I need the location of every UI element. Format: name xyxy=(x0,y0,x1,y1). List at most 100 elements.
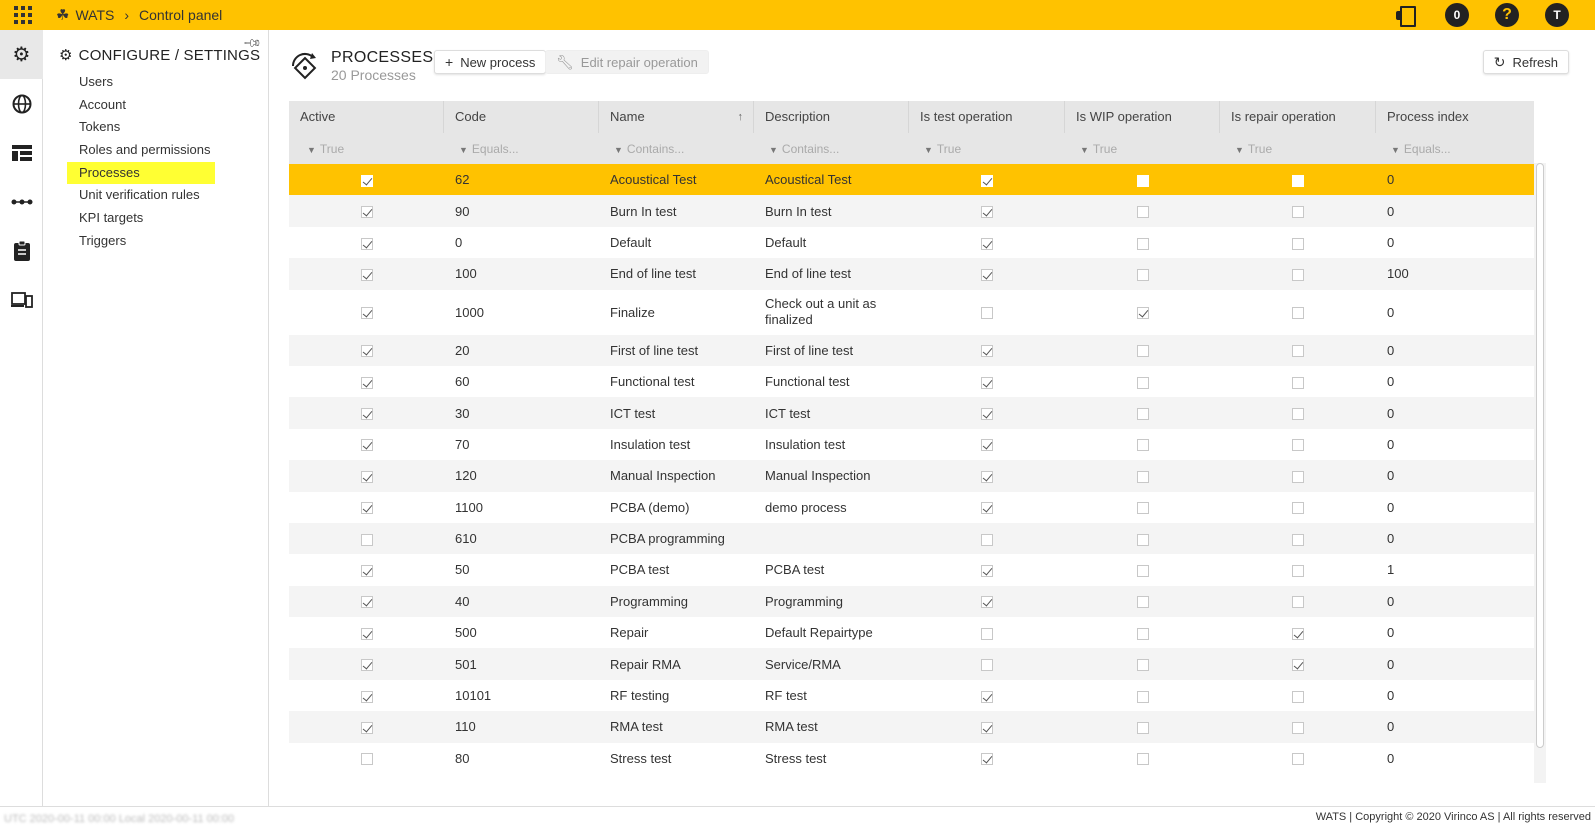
is-wip-operation-checkbox[interactable] xyxy=(1136,690,1149,703)
active-checkbox[interactable] xyxy=(360,722,373,734)
print-icon[interactable] xyxy=(1393,5,1419,27)
is-wip-operation-checkbox[interactable] xyxy=(1136,470,1149,483)
column-header-code[interactable]: Code xyxy=(444,101,599,133)
is-wip-operation-checkbox[interactable] xyxy=(1136,237,1149,250)
active-checkbox[interactable] xyxy=(360,502,373,515)
active-checkbox[interactable] xyxy=(360,268,373,281)
column-header-process-index[interactable]: Process index xyxy=(1376,101,1534,133)
is-wip-operation-checkbox[interactable] xyxy=(1136,376,1149,389)
help-icon[interactable]: ? xyxy=(1495,3,1519,27)
is-repair-operation-checkbox[interactable] xyxy=(1292,439,1304,452)
menu-item-users[interactable]: Users xyxy=(67,71,215,94)
table-row[interactable]: 90 Burn In test Burn In test 0 xyxy=(289,195,1534,227)
table-row[interactable]: 1100 PCBA (demo) demo process 0 xyxy=(289,491,1534,523)
table-row[interactable]: 1000 Finalize Check out a unit as finalize… xyxy=(289,289,1534,335)
table-row[interactable]: 80 Stress test Stress test 0 xyxy=(289,742,1534,775)
avatar[interactable]: T xyxy=(1545,3,1569,27)
column-header-is-test-operation[interactable]: Is test operation xyxy=(909,101,1065,133)
column-header-active[interactable]: Active xyxy=(289,101,444,133)
is-repair-operation-checkbox[interactable] xyxy=(1292,659,1304,672)
table-row[interactable]: 110 RMA test RMA test 0 xyxy=(289,711,1534,743)
is-repair-operation-checkbox[interactable] xyxy=(1292,596,1304,609)
table-row[interactable]: 501 Repair RMA Service/RMA 0 xyxy=(289,648,1534,680)
is-wip-operation-checkbox[interactable] xyxy=(1136,307,1149,320)
edit-repair-operation-button[interactable]: 🔧︎ Edit repair operation xyxy=(545,50,709,74)
table-row[interactable]: 70 Insulation test Insulation test 0 xyxy=(289,428,1534,461)
table-row[interactable]: 20 First of line test First of line test 0 xyxy=(289,334,1534,366)
devices-icon[interactable] xyxy=(0,275,43,324)
is-wip-operation-checkbox[interactable] xyxy=(1136,627,1149,640)
is-test-operation-checkbox[interactable] xyxy=(981,345,993,358)
active-checkbox[interactable] xyxy=(360,565,373,578)
is-wip-operation-checkbox[interactable] xyxy=(1136,268,1149,281)
filter-active[interactable]: ▼ True xyxy=(289,142,444,156)
is-wip-operation-checkbox[interactable] xyxy=(1136,533,1149,546)
app-name-link[interactable]: WATS xyxy=(75,7,114,23)
filter-process-index[interactable]: ▼ Equals... xyxy=(1376,142,1534,156)
table-row[interactable]: 10101 RF testing RF test 0 xyxy=(289,679,1534,712)
is-wip-operation-checkbox[interactable] xyxy=(1136,722,1149,734)
is-test-operation-checkbox[interactable] xyxy=(981,533,993,546)
menu-item-processes[interactable]: Processes xyxy=(67,161,215,185)
table-row[interactable]: 100 End of line test End of line test 100 xyxy=(289,258,1534,290)
is-test-operation-checkbox[interactable] xyxy=(981,690,993,703)
scrollbar-thumb[interactable] xyxy=(1536,163,1544,748)
active-checkbox[interactable] xyxy=(360,206,373,219)
is-repair-operation-checkbox[interactable] xyxy=(1292,470,1304,483)
table-scrollbar[interactable] xyxy=(1534,163,1546,783)
is-test-operation-checkbox[interactable] xyxy=(981,565,993,578)
column-header-name[interactable]: Name ↑ xyxy=(599,101,754,133)
is-wip-operation-checkbox[interactable] xyxy=(1136,659,1149,672)
active-checkbox[interactable] xyxy=(360,690,373,703)
filter-is-test-operation[interactable]: ▼ True xyxy=(909,142,1065,156)
is-test-operation-checkbox[interactable] xyxy=(981,753,993,766)
is-test-operation-checkbox[interactable] xyxy=(981,237,993,250)
is-test-operation-checkbox[interactable] xyxy=(981,439,993,452)
active-checkbox[interactable] xyxy=(360,408,373,421)
is-repair-operation-checkbox[interactable] xyxy=(1292,345,1304,358)
column-header-is-wip-operation[interactable]: Is WIP operation xyxy=(1065,101,1220,133)
is-repair-operation-checkbox[interactable] xyxy=(1292,307,1304,320)
filter-is-wip-operation[interactable]: ▼ True xyxy=(1065,142,1220,156)
is-repair-operation-checkbox[interactable] xyxy=(1292,206,1304,219)
table-row[interactable]: 40 Programming Programming 0 xyxy=(289,585,1534,618)
table-row[interactable]: 120 Manual Inspection Manual Inspection 0 xyxy=(289,460,1534,492)
table-row[interactable]: 610 PCBA programming 0 xyxy=(289,522,1534,555)
is-test-operation-checkbox[interactable] xyxy=(981,206,993,219)
sort-ascending-icon[interactable]: ↑ xyxy=(738,101,744,133)
is-test-operation-checkbox[interactable] xyxy=(981,659,993,672)
is-test-operation-checkbox[interactable] xyxy=(981,722,993,734)
filter-name[interactable]: ▼ Contains... xyxy=(599,142,754,156)
column-header-is-repair-operation[interactable]: Is repair operation xyxy=(1220,101,1376,133)
is-test-operation-checkbox[interactable] xyxy=(981,502,993,515)
active-checkbox[interactable] xyxy=(360,307,373,320)
is-repair-operation-checkbox[interactable] xyxy=(1292,408,1304,421)
is-test-operation-checkbox[interactable] xyxy=(981,596,993,609)
menu-item-tokens[interactable]: Tokens xyxy=(67,116,215,139)
active-checkbox[interactable] xyxy=(360,439,373,452)
menu-item-kpi-targets[interactable]: KPI targets xyxy=(67,207,215,230)
is-repair-operation-checkbox[interactable] xyxy=(1292,533,1304,546)
dashboard-icon[interactable] xyxy=(0,128,43,177)
is-repair-operation-checkbox[interactable] xyxy=(1292,690,1304,703)
is-test-operation-checkbox[interactable] xyxy=(981,268,993,281)
is-wip-operation-checkbox[interactable] xyxy=(1136,408,1149,421)
filter-is-repair-operation[interactable]: ▼ True xyxy=(1220,142,1376,156)
table-row[interactable]: 0 Default Default 0 xyxy=(289,226,1534,259)
is-test-operation-checkbox[interactable] xyxy=(981,174,993,187)
table-row[interactable]: 500 Repair Default Repairtype 0 xyxy=(289,617,1534,649)
filter-description[interactable]: ▼ Contains... xyxy=(754,142,909,156)
menu-item-triggers[interactable]: Triggers xyxy=(67,230,215,253)
active-checkbox[interactable] xyxy=(360,345,373,358)
is-repair-operation-checkbox[interactable] xyxy=(1292,268,1304,281)
menu-item-roles[interactable]: Roles and permissions xyxy=(67,139,215,162)
is-wip-operation-checkbox[interactable] xyxy=(1136,596,1149,609)
active-checkbox[interactable] xyxy=(360,174,373,187)
menu-item-account[interactable]: Account xyxy=(67,94,215,117)
is-test-operation-checkbox[interactable] xyxy=(981,376,993,389)
is-wip-operation-checkbox[interactable] xyxy=(1136,439,1149,452)
table-row[interactable]: 62 Acoustical Test Acoustical Test 0 xyxy=(289,164,1534,196)
table-row[interactable]: 30 ICT test ICT test 0 xyxy=(289,397,1534,429)
clipboard-icon[interactable] xyxy=(0,226,43,275)
active-checkbox[interactable] xyxy=(360,627,373,640)
